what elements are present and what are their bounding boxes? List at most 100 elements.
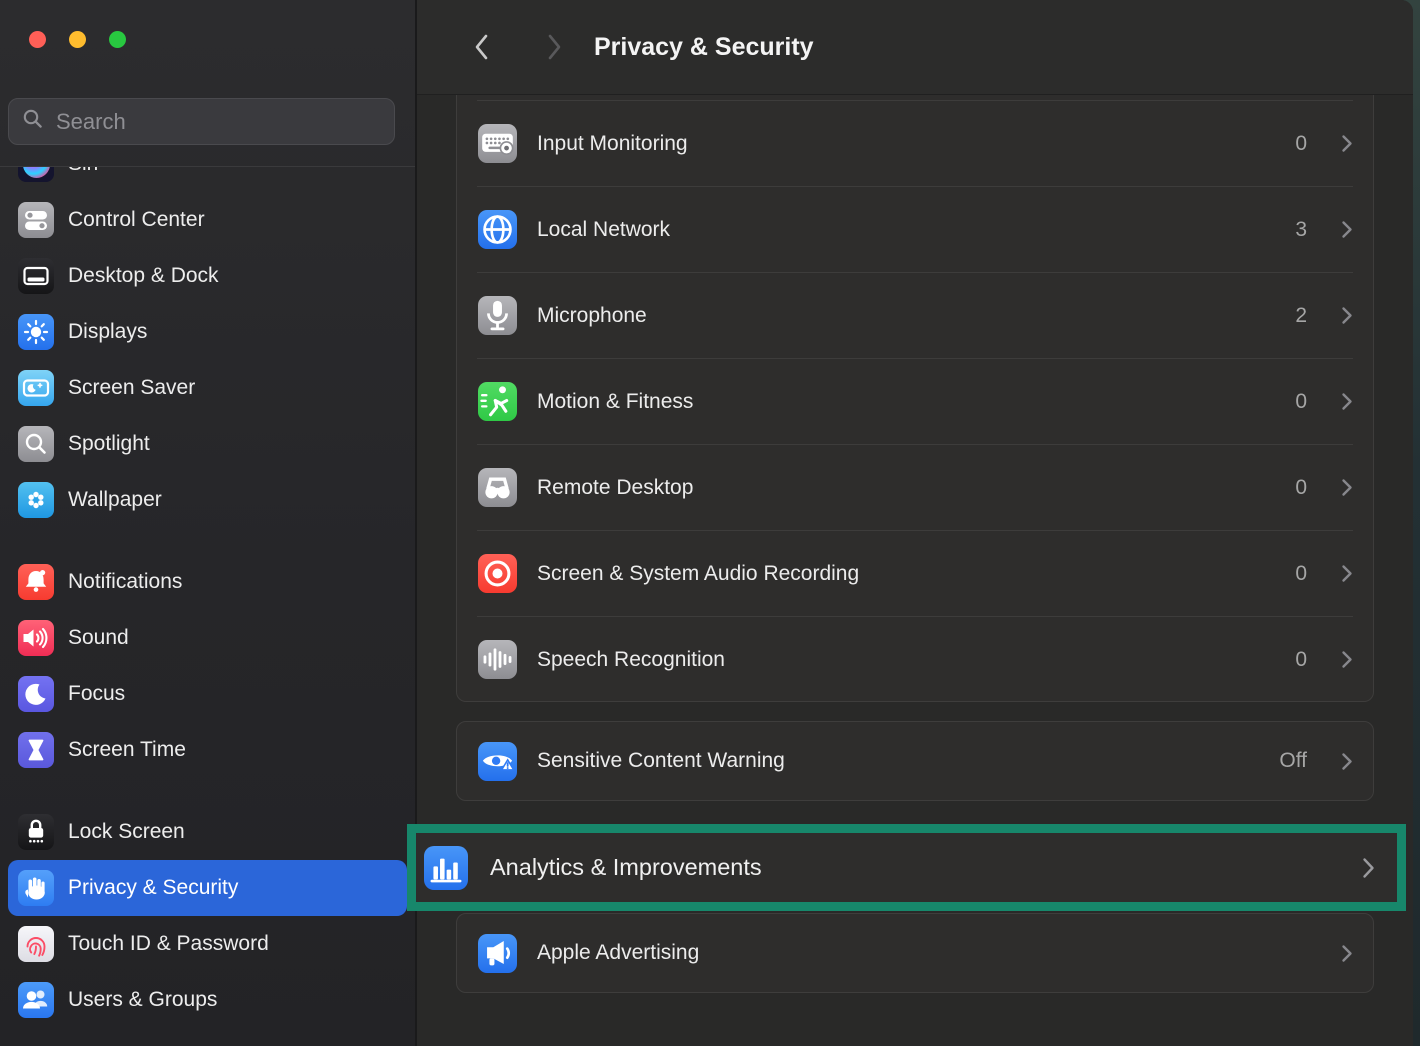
lock-screen-icon xyxy=(18,814,54,850)
sidebar-item-screen-saver[interactable]: Screen Saver xyxy=(8,360,407,416)
zoom-button[interactable] xyxy=(109,31,126,48)
row-count: 0 xyxy=(1295,562,1307,586)
search-input[interactable] xyxy=(54,108,382,136)
desktop-dock-icon xyxy=(18,258,54,294)
row-value: Off xyxy=(1279,749,1307,773)
sidebar-item-label: Wallpaper xyxy=(68,488,162,512)
sidebar-item-sound[interactable]: Sound xyxy=(8,610,407,666)
sidebar-item-screen-time[interactable]: Screen Time xyxy=(8,722,407,778)
sensitive-content-group: Sensitive Content Warning Off xyxy=(456,721,1374,801)
chevron-right-icon xyxy=(1341,944,1353,963)
sidebar-item-notifications[interactable]: Notifications xyxy=(8,554,407,610)
sidebar-item-label: Desktop & Dock xyxy=(68,264,219,288)
sidebar-item-siri[interactable]: Siri xyxy=(8,166,407,192)
input-monitoring-icon xyxy=(478,124,517,163)
sidebar-item-users-groups[interactable]: Users & Groups xyxy=(8,972,407,1028)
row-remote-desktop[interactable]: Remote Desktop 0 xyxy=(457,445,1373,530)
sidebar-section-gap xyxy=(8,528,407,554)
sidebar-item-label: Notifications xyxy=(68,570,182,594)
touch-id-icon xyxy=(18,926,54,962)
desktop-background: Siri Control Center Desktop & Dock Displ… xyxy=(0,0,1420,1046)
sidebar-list: Siri Control Center Desktop & Dock Displ… xyxy=(0,166,415,1046)
forward-button[interactable] xyxy=(533,25,575,69)
chevron-right-icon xyxy=(1341,220,1353,239)
sidebar-item-focus[interactable]: Focus xyxy=(8,666,407,722)
row-count: 0 xyxy=(1295,132,1307,156)
row-label: Motion & Fitness xyxy=(537,390,1275,414)
sidebar-item-control-center[interactable]: Control Center xyxy=(8,192,407,248)
row-apple-advertising[interactable]: Apple Advertising xyxy=(457,914,1373,992)
row-sensitive-content-warning[interactable]: Sensitive Content Warning Off xyxy=(457,722,1373,800)
sidebar-item-label: Focus xyxy=(68,682,125,706)
privacy-security-icon xyxy=(18,870,54,906)
search-box[interactable] xyxy=(8,98,395,145)
row-count: 0 xyxy=(1295,390,1307,414)
row-label: Speech Recognition xyxy=(537,648,1275,672)
sidebar-item-label: Touch ID & Password xyxy=(68,932,269,956)
sidebar-item-lock-screen[interactable]: Lock Screen xyxy=(8,804,407,860)
control-center-icon xyxy=(18,202,54,238)
apple-advertising-icon xyxy=(478,934,517,973)
row-count: 0 xyxy=(1295,476,1307,500)
sidebar-item-label: Siri xyxy=(68,166,98,176)
row-motion-fitness[interactable]: Motion & Fitness 0 xyxy=(457,359,1373,444)
sidebar: Siri Control Center Desktop & Dock Displ… xyxy=(0,0,417,1046)
remote-desktop-icon xyxy=(478,468,517,507)
sidebar-item-touch-id[interactable]: Touch ID & Password xyxy=(8,916,407,972)
row-count: 0 xyxy=(1295,648,1307,672)
system-settings-window: Siri Control Center Desktop & Dock Displ… xyxy=(0,0,1413,1046)
displays-icon xyxy=(18,314,54,350)
siri-icon xyxy=(18,166,54,182)
sidebar-item-label: Lock Screen xyxy=(68,820,185,844)
chevron-right-icon xyxy=(1362,857,1375,879)
users-groups-icon xyxy=(18,982,54,1018)
row-input-monitoring[interactable]: Input Monitoring 0 xyxy=(457,101,1373,186)
sidebar-item-label: Privacy & Security xyxy=(68,876,238,900)
row-label: Analytics & Improvements xyxy=(490,854,1340,881)
row-label: Local Network xyxy=(537,218,1275,242)
detail-pane: Privacy & Security Input Monitoring 0 Lo… xyxy=(417,0,1413,1046)
speech-recognition-icon xyxy=(478,640,517,679)
sidebar-item-label: Displays xyxy=(68,320,147,344)
screen-time-icon xyxy=(18,732,54,768)
chevron-right-icon xyxy=(1341,478,1353,497)
row-microphone[interactable]: Microphone 2 xyxy=(457,273,1373,358)
microphone-icon xyxy=(478,296,517,335)
row-label: Input Monitoring xyxy=(537,132,1275,156)
chevron-right-icon xyxy=(1341,650,1353,669)
wallpaper-icon xyxy=(18,482,54,518)
annotation-highlight-box: Analytics & Improvements xyxy=(407,824,1406,911)
motion-fitness-icon xyxy=(478,382,517,421)
sidebar-item-spotlight[interactable]: Spotlight xyxy=(8,416,407,472)
sound-icon xyxy=(18,620,54,656)
analytics-icon xyxy=(424,846,468,890)
sensitive-content-icon xyxy=(478,742,517,781)
sidebar-item-desktop-dock[interactable]: Desktop & Dock xyxy=(8,248,407,304)
row-label: Apple Advertising xyxy=(537,941,1321,965)
sidebar-item-privacy-security[interactable]: Privacy & Security xyxy=(8,860,407,916)
sidebar-item-displays[interactable]: Displays xyxy=(8,304,407,360)
row-speech-recognition[interactable]: Speech Recognition 0 xyxy=(457,617,1373,702)
traffic-lights xyxy=(29,31,126,48)
chevron-right-icon xyxy=(1341,134,1353,153)
row-label: Sensitive Content Warning xyxy=(537,749,1259,773)
sidebar-item-label: Users & Groups xyxy=(68,988,217,1012)
row-screen-system-audio-recording[interactable]: Screen & System Audio Recording 0 xyxy=(457,531,1373,616)
screen-saver-icon xyxy=(18,370,54,406)
spotlight-icon xyxy=(18,426,54,462)
page-title: Privacy & Security xyxy=(594,0,814,94)
sidebar-item-label: Sound xyxy=(68,626,129,650)
row-count: 3 xyxy=(1295,218,1307,242)
sidebar-item-wallpaper[interactable]: Wallpaper xyxy=(8,472,407,528)
close-button[interactable] xyxy=(29,31,46,48)
chevron-right-icon xyxy=(1341,306,1353,325)
sidebar-item-label: Screen Saver xyxy=(68,376,195,400)
sidebar-item-label: Screen Time xyxy=(68,738,186,762)
local-network-icon xyxy=(478,210,517,249)
minimize-button[interactable] xyxy=(69,31,86,48)
chevron-right-icon xyxy=(1341,564,1353,583)
row-local-network[interactable]: Local Network 3 xyxy=(457,187,1373,272)
back-button[interactable] xyxy=(461,25,503,69)
row-label: Remote Desktop xyxy=(537,476,1275,500)
row-analytics-improvements[interactable]: Analytics & Improvements xyxy=(416,833,1397,902)
